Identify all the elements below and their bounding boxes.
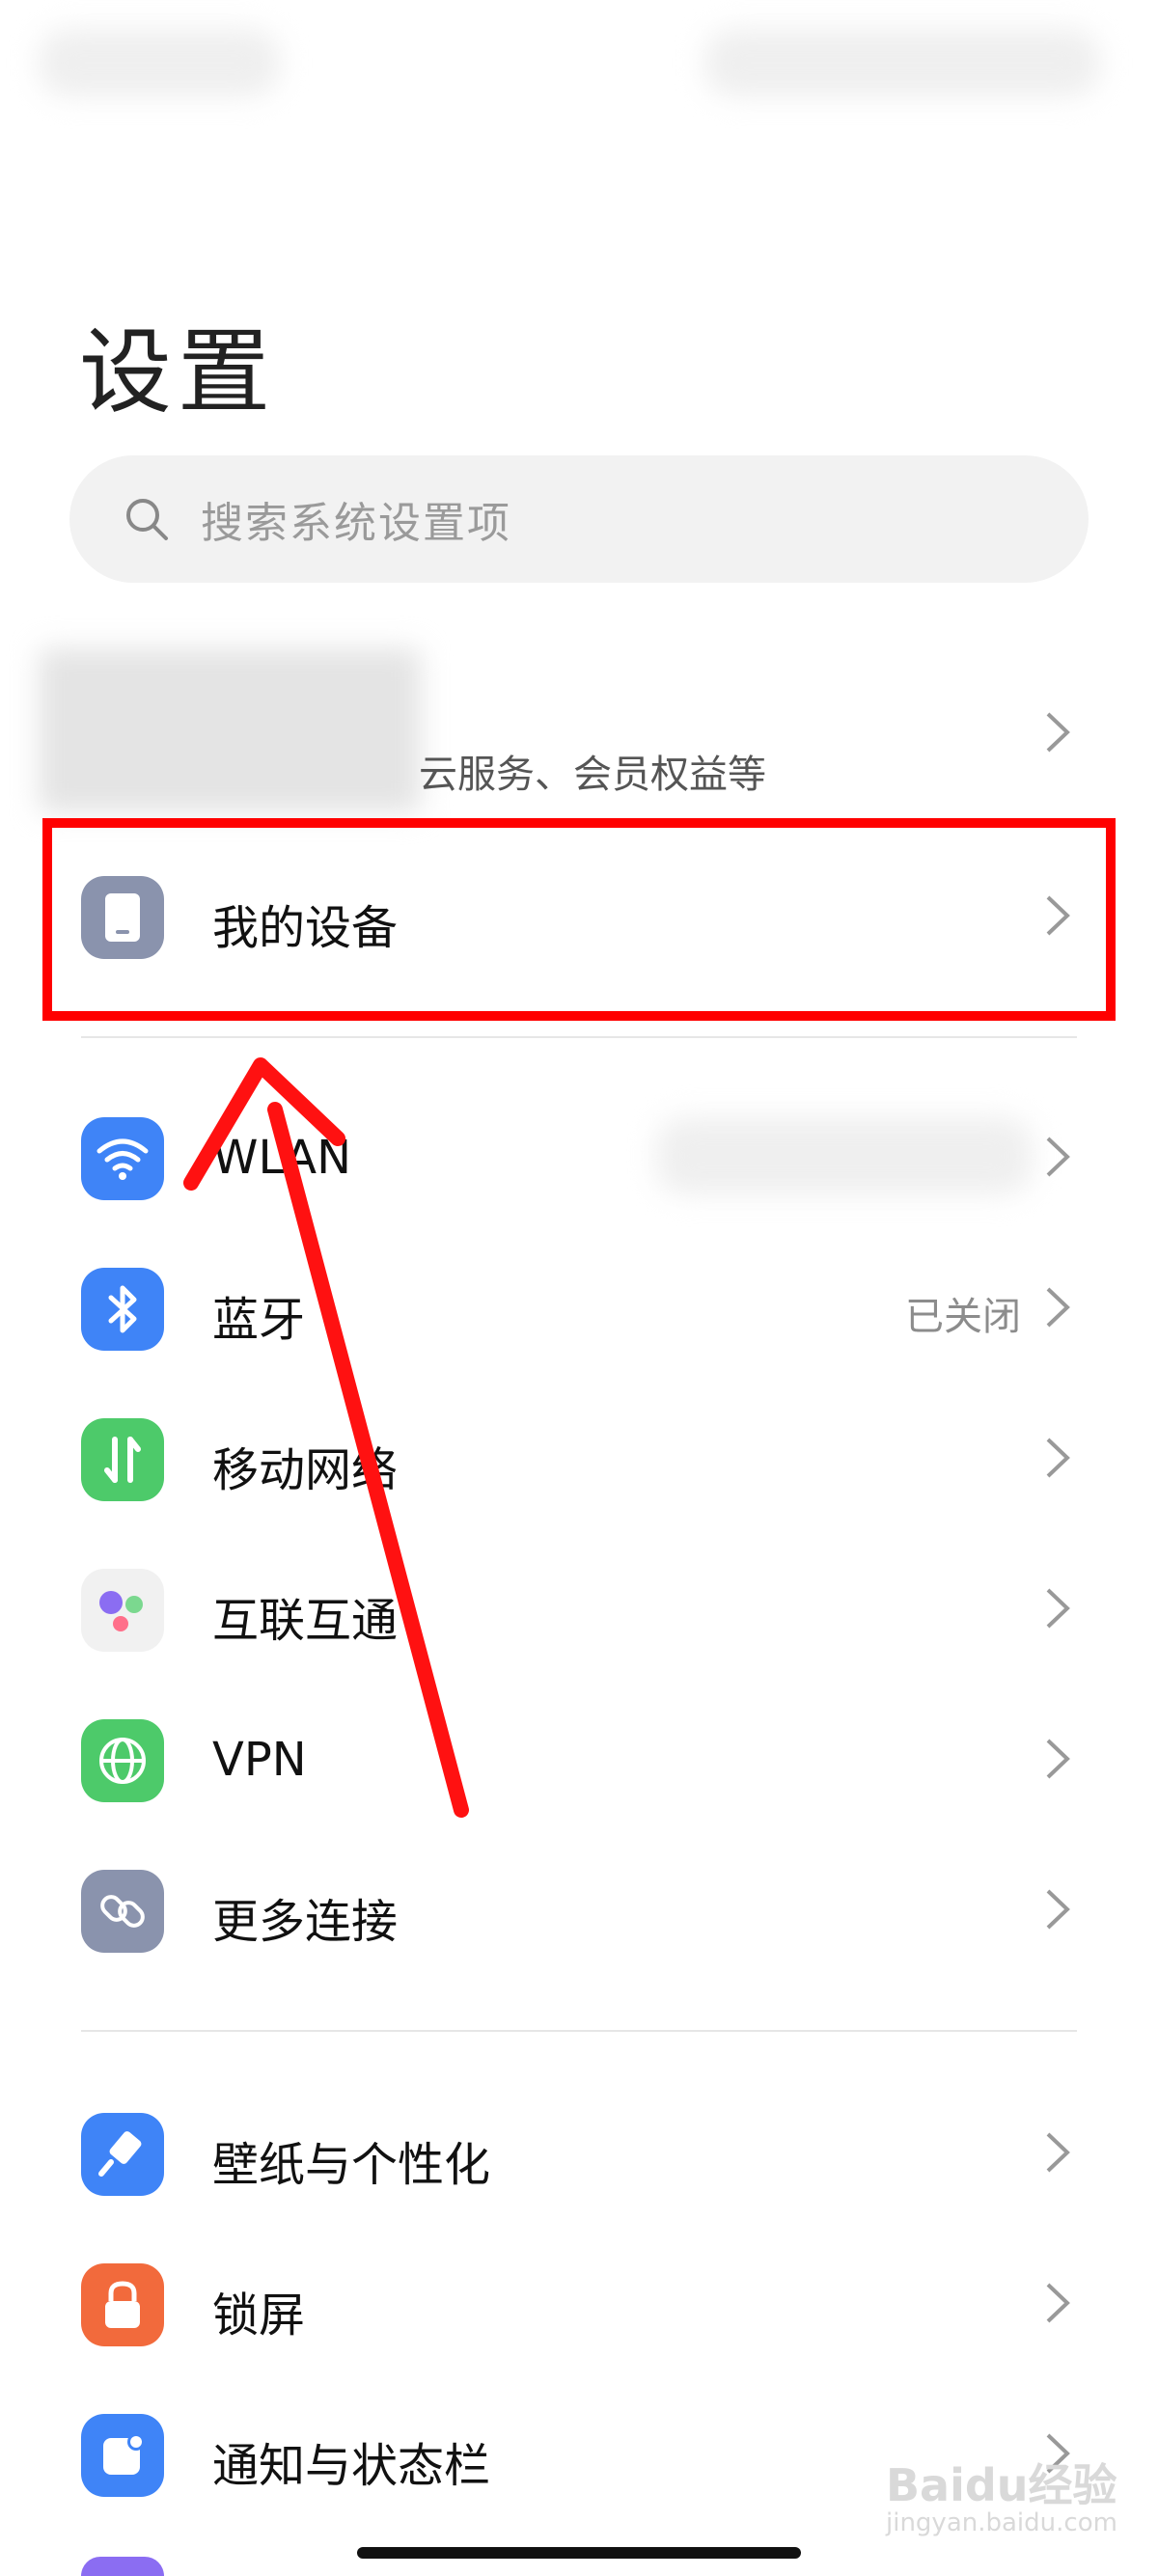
wifi-icon [81,1117,164,1200]
chevron-right-icon [1046,1137,1070,1177]
home-indicator[interactable] [357,2547,801,2559]
wlan-row[interactable]: WLAN [0,1084,1158,1229]
bluetooth-icon [81,1268,164,1351]
mobile-network-label: 移动网络 [212,1443,399,1497]
page-title: 设置 [79,318,276,426]
highlight-box [42,818,1116,1021]
chevron-right-icon [1046,2132,1070,2173]
lock-screen-row[interactable]: 锁屏 [0,2231,1158,2375]
notification-icon [81,2414,164,2497]
account-avatar-blurred [39,648,421,812]
status-bar-right [704,29,1100,96]
lock-screen-label: 锁屏 [212,2288,306,2343]
chevron-right-icon [1046,1889,1070,1930]
vpn-row[interactable]: VPN [0,1686,1158,1831]
globe-icon [81,1719,164,1802]
search-placeholder: 搜索系统设置项 [201,499,511,548]
bluetooth-row[interactable]: 蓝牙 已关闭 [0,1235,1158,1380]
more-connections-label: 更多连接 [212,1895,399,1949]
status-bar-left [39,29,280,96]
divider [81,2030,1077,2032]
bluetooth-status: 已关闭 [905,1295,1021,1339]
wallpaper-row[interactable]: 壁纸与个性化 [0,2080,1158,2225]
search-icon [126,499,168,540]
mobile-network-row[interactable]: 移动网络 [0,1385,1158,1530]
chevron-right-icon [1046,1287,1070,1328]
watermark-brand: Baidu经验 [886,2459,1117,2511]
wlan-value-blurred [656,1117,1033,1194]
link-icon [81,1870,164,1953]
chevron-right-icon [1046,2283,1070,2323]
vpn-label: VPN [212,1733,307,1787]
interconnect-row[interactable]: 互联互通 [0,1536,1158,1681]
watermark-domain: jingyan.baidu.com [886,2508,1117,2537]
interconnect-label: 互联互通 [212,1594,399,1648]
bluetooth-label: 蓝牙 [212,1293,306,1347]
interconnect-icon [81,1569,164,1652]
next-item-icon-partial [81,2557,164,2576]
search-bar[interactable]: 搜索系统设置项 [69,455,1089,583]
chevron-right-icon [1046,1739,1070,1779]
more-connections-row[interactable]: 更多连接 [0,1837,1158,1982]
chevron-right-icon [1046,1588,1070,1629]
mobile-data-icon [81,1418,164,1501]
brush-icon [81,2113,164,2196]
chevron-right-icon [1046,1438,1070,1478]
wlan-label: WLAN [212,1131,352,1185]
lock-icon [81,2263,164,2346]
notifications-label: 通知与状态栏 [212,2439,491,2493]
divider [81,1036,1077,1038]
wallpaper-label: 壁纸与个性化 [212,2138,491,2192]
account-subtitle: 云服务、会员权益等 [419,753,766,797]
chevron-right-icon [1046,712,1070,753]
